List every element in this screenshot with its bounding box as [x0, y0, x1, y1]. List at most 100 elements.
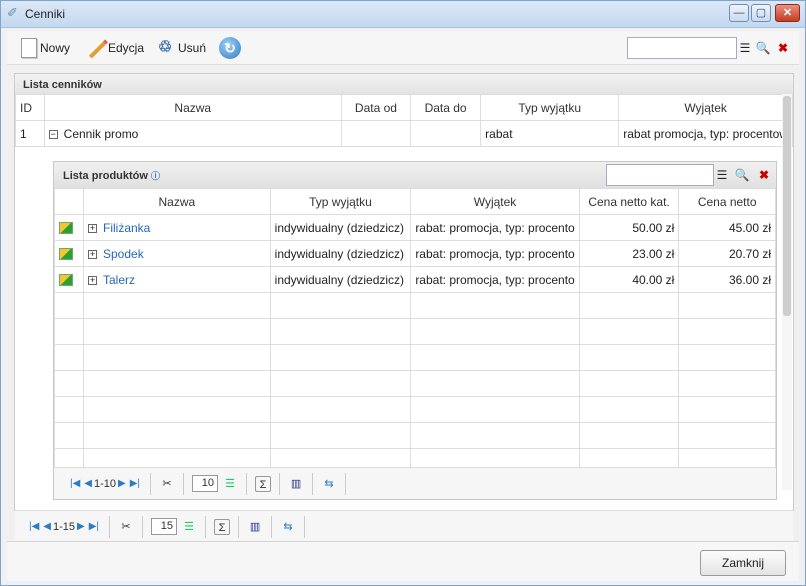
cell-net-price: 36.00 zł	[678, 266, 776, 293]
product-box-icon	[59, 248, 73, 261]
column-header-date-to[interactable]: Data do	[410, 94, 482, 121]
maximize-button[interactable]: ▢	[751, 4, 771, 22]
column-header-net-price[interactable]: Cena netto	[678, 188, 776, 215]
cell-exception-type: indywidualny (dziedzicz)	[269, 214, 412, 241]
separator	[109, 515, 111, 538]
product-box-icon	[59, 274, 73, 287]
columns-icon[interactable]: ▥	[247, 519, 263, 535]
columns-icon[interactable]: ▥	[288, 476, 304, 492]
product-list-panel: Lista produktów ⓘ ☰ 🔍 ✖ Nazwa Typ wyjątk…	[53, 161, 777, 500]
cell-net-price: 20.70 zł	[678, 240, 776, 267]
info-icon[interactable]: ⓘ	[151, 171, 160, 181]
minimize-button[interactable]: —	[729, 4, 749, 22]
last-page-icon[interactable]: ▶|	[89, 521, 99, 532]
sum-icon[interactable]: Σ	[255, 475, 272, 492]
tag-icon: ✐	[7, 5, 18, 20]
prev-page-icon[interactable]: ◀	[43, 521, 51, 532]
page-size-input[interactable]: 10	[192, 475, 219, 492]
footer: Zamknij	[7, 541, 799, 581]
product-box-icon	[59, 222, 73, 235]
search-icon[interactable]: 🔍	[755, 40, 771, 56]
column-header-catalog-price[interactable]: Cena netto kat.	[578, 188, 680, 215]
new-button[interactable]: Nowy	[21, 35, 70, 61]
price-list-title: Lista cenników	[15, 74, 793, 94]
export-icon[interactable]: ⇆	[321, 476, 337, 492]
cell-icon	[54, 240, 84, 267]
column-header-exception[interactable]: Wyjątek	[410, 188, 580, 215]
page-size-icon[interactable]: ☰	[222, 476, 238, 492]
product-link[interactable]: Talerz	[103, 273, 135, 287]
product-search-input[interactable]	[606, 164, 714, 186]
tools-icon[interactable]: ✂	[159, 476, 175, 492]
column-header-exception[interactable]: Wyjątek	[618, 94, 793, 121]
expand-icon[interactable]: +	[88, 275, 97, 285]
sum-icon[interactable]: Σ	[214, 518, 231, 535]
expand-icon[interactable]: +	[88, 249, 97, 259]
clear-search-icon[interactable]: ✖	[775, 40, 791, 56]
last-page-icon[interactable]: ▶|	[130, 478, 140, 489]
window: ✐ Cenniki — ▢ ✕ Nowy Edycja ♲ Usuń ↻ ☰ 🔍…	[0, 0, 806, 586]
collapse-icon[interactable]: −	[48, 129, 58, 139]
cell-exception: rabat: promocja, typ: procento	[410, 240, 580, 267]
empty-row	[54, 370, 776, 397]
expand-icon[interactable]: +	[88, 223, 97, 233]
cell-icon	[54, 266, 84, 293]
separator	[183, 472, 185, 495]
cell-catalog-price: 23.00 zł	[578, 240, 680, 267]
separator	[271, 515, 273, 538]
table-row[interactable]: + Talerz indywidualny (dziedzicz) rabat: …	[54, 266, 776, 293]
table-row[interactable]: + Spodek indywidualny (dziedzicz) rabat: …	[54, 240, 776, 267]
edit-button[interactable]: Edycja	[85, 35, 144, 61]
table-row[interactable]: + Filiżanka indywidualny (dziedzicz) raba…	[54, 214, 776, 241]
tools-icon[interactable]: ✂	[118, 519, 134, 535]
delete-button[interactable]: ♲ Usuń	[155, 35, 206, 61]
cell-exception: rabat promocja, typ: procentow	[618, 120, 793, 147]
first-page-icon[interactable]: |◀	[70, 478, 80, 489]
filter-list-icon[interactable]: ☰	[714, 167, 730, 183]
separator	[312, 472, 314, 495]
vertical-scrollbar[interactable]	[782, 94, 792, 490]
column-header-id[interactable]: ID	[15, 94, 45, 121]
titlebar: ✐ Cenniki — ▢ ✕	[1, 1, 805, 28]
search-icon[interactable]: 🔍	[734, 167, 750, 183]
close-button[interactable]: Zamknij	[700, 550, 786, 576]
next-page-icon[interactable]: ▶	[118, 478, 126, 489]
product-link[interactable]: Spodek	[103, 247, 144, 261]
column-header-icon	[54, 188, 84, 215]
export-icon[interactable]: ⇆	[280, 519, 296, 535]
column-header-date-from[interactable]: Data od	[340, 94, 412, 121]
prev-page-icon[interactable]: ◀	[84, 478, 92, 489]
new-document-icon	[21, 38, 37, 58]
next-page-icon[interactable]: ▶	[77, 521, 85, 532]
column-header-exception-type[interactable]: Typ wyjątku	[480, 94, 620, 121]
close-window-button[interactable]: ✕	[775, 4, 800, 22]
table-row[interactable]: 1 − Cennik promo rabat rabat promocja, ty…	[15, 120, 793, 147]
separator	[238, 515, 240, 538]
pencil-icon	[85, 38, 105, 58]
empty-row	[54, 318, 776, 345]
first-page-icon[interactable]: |◀	[29, 521, 39, 532]
page-range: 1-15	[53, 520, 76, 533]
product-list-title-text: Lista produktów	[63, 170, 148, 182]
product-link[interactable]: Filiżanka	[103, 221, 150, 235]
empty-row	[54, 422, 776, 449]
separator	[279, 472, 281, 495]
price-list-pager: |◀ ◀ 1-15 ▶ ▶| ✂ 15 ☰ Σ ▥ ⇆	[15, 510, 793, 542]
column-header-name[interactable]: Nazwa	[43, 94, 342, 121]
page-size-icon[interactable]: ☰	[181, 519, 197, 535]
column-header-name[interactable]: Nazwa	[83, 188, 271, 215]
separator	[142, 515, 144, 538]
refresh-icon: ↻	[219, 37, 241, 59]
toolbar-search-input[interactable]	[627, 37, 737, 59]
filter-list-icon[interactable]: ☰	[737, 40, 753, 56]
refresh-button[interactable]: ↻	[219, 35, 241, 61]
empty-row	[54, 396, 776, 423]
scrollbar-thumb[interactable]	[783, 96, 791, 316]
cell-name: + Spodek	[83, 240, 271, 267]
product-table: Nazwa Typ wyjątku Wyjątek Cena netto kat…	[54, 188, 776, 475]
column-header-exception-type[interactable]: Typ wyjątku	[269, 188, 412, 215]
page-size-input[interactable]: 15	[151, 518, 178, 535]
price-list-name: Cennik promo	[63, 126, 139, 141]
clear-search-icon[interactable]: ✖	[756, 167, 772, 183]
cell-name: − Cennik promo	[43, 120, 342, 147]
